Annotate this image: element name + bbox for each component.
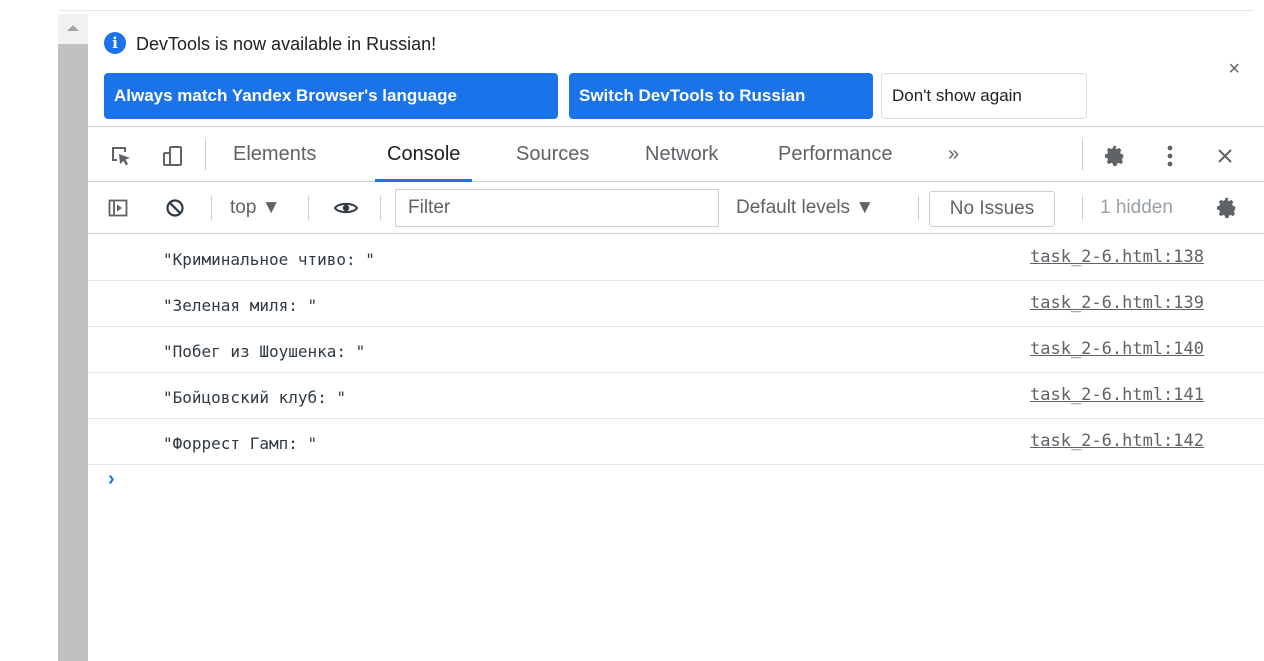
more-tabs-icon[interactable]: » <box>948 127 959 182</box>
devtools-tab-bar: Elements Console Sources Network Perform… <box>88 127 1264 182</box>
dont-show-again-button[interactable]: Don't show again <box>881 73 1087 119</box>
source-link[interactable]: task_2-6.html:141 <box>1030 373 1204 417</box>
toolbar-divider <box>308 196 309 220</box>
message-text: "Форрест Гамп: " <box>163 434 318 453</box>
infobar-message: DevTools is now available in Russian! <box>136 34 437 54</box>
toolbar-divider <box>1082 196 1083 220</box>
source-link[interactable]: task_2-6.html:142 <box>1030 419 1204 463</box>
toolbar-divider <box>205 139 206 170</box>
show-sidebar-icon[interactable] <box>104 182 132 234</box>
console-prompt-icon[interactable]: › <box>108 468 115 491</box>
always-match-language-button[interactable]: Always match Yandex Browser's language <box>104 73 558 119</box>
toolbar-divider <box>1082 139 1083 170</box>
settings-gear-icon[interactable] <box>1100 127 1130 182</box>
clear-console-icon[interactable] <box>162 182 188 234</box>
console-messages: "Криминальное чтиво: " task_2-6.html:138… <box>88 235 1264 465</box>
message-text: "Зеленая миля: " <box>163 296 318 315</box>
infobar-close-icon[interactable]: × <box>1228 58 1240 81</box>
console-message: "Побег из Шоушенка: " task_2-6.html:140 <box>88 327 1264 373</box>
scroll-thumb[interactable] <box>58 44 88 661</box>
console-toolbar: top ▼ Default levels ▼ No Issues 1 hidde… <box>88 182 1264 234</box>
toolbar-divider <box>918 196 919 220</box>
issues-button[interactable]: No Issues <box>929 191 1055 227</box>
top-divider <box>60 10 1254 11</box>
toolbar-divider <box>380 196 381 220</box>
device-toolbar-icon[interactable] <box>158 127 188 182</box>
message-text: "Бойцовский клуб: " <box>163 388 347 407</box>
console-message: "Зеленая миля: " task_2-6.html:139 <box>88 281 1264 327</box>
page-scrollbar[interactable] <box>58 14 88 661</box>
source-link[interactable]: task_2-6.html:139 <box>1030 281 1204 325</box>
console-message: "Форрест Гамп: " task_2-6.html:142 <box>88 419 1264 465</box>
console-message: "Бойцовский клуб: " task_2-6.html:141 <box>88 373 1264 419</box>
info-icon: i <box>104 32 126 54</box>
live-expression-eye-icon[interactable] <box>331 182 361 234</box>
close-devtools-icon[interactable] <box>1210 127 1240 182</box>
tab-network[interactable]: Network <box>645 127 718 182</box>
tab-elements[interactable]: Elements <box>233 127 316 182</box>
console-settings-gear-icon[interactable] <box>1212 182 1242 234</box>
filter-input[interactable] <box>395 189 719 227</box>
inspect-element-icon[interactable] <box>106 127 136 182</box>
devtools-panel: i DevTools is now available in Russian! … <box>88 14 1264 661</box>
tab-performance[interactable]: Performance <box>778 127 893 182</box>
hidden-count: 1 hidden <box>1100 197 1173 218</box>
source-link[interactable]: task_2-6.html:138 <box>1030 235 1204 279</box>
language-infobar: i DevTools is now available in Russian! … <box>88 14 1264 127</box>
switch-devtools-russian-button[interactable]: Switch DevTools to Russian <box>569 73 873 119</box>
tab-console[interactable]: Console <box>374 127 473 182</box>
source-link[interactable]: task_2-6.html:140 <box>1030 327 1204 371</box>
more-options-icon[interactable] <box>1158 127 1182 182</box>
toolbar-divider <box>211 196 212 220</box>
scroll-up-arrow-icon[interactable] <box>58 18 88 44</box>
console-message: "Криминальное чтиво: " task_2-6.html:138 <box>88 235 1264 281</box>
tab-sources[interactable]: Sources <box>516 127 589 182</box>
message-text: "Побег из Шоушенка: " <box>163 342 366 361</box>
message-text: "Криминальное чтиво: " <box>163 250 375 269</box>
log-levels-dropdown[interactable]: Default levels ▼ <box>736 182 874 234</box>
context-selector[interactable]: top ▼ <box>230 182 281 234</box>
